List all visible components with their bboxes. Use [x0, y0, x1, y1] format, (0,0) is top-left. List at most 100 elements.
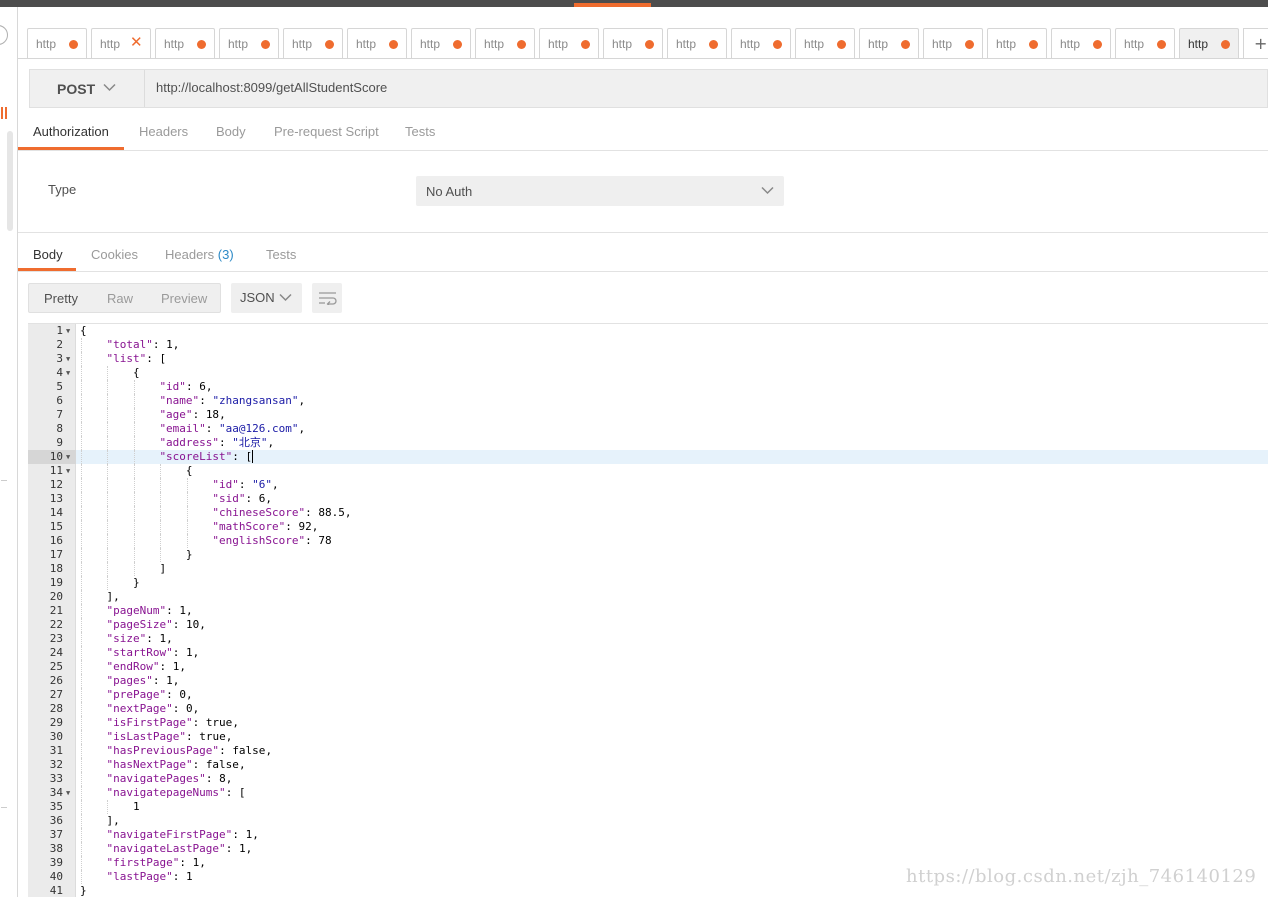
chevron-down-icon	[279, 293, 292, 302]
code-text: 1	[133, 800, 140, 814]
pretty-button[interactable]: Pretty	[44, 291, 78, 306]
format-select[interactable]: JSON	[231, 283, 302, 313]
json-punctuation: :	[172, 618, 186, 631]
response-body-editor[interactable]: 1 ▼{2 "total": 1, 3 ▼ "list": [4 ▼{5 "id": 6, 6 "…	[28, 324, 1268, 897]
request-tab[interactable]: http	[219, 28, 279, 59]
method-select[interactable]: POST	[30, 70, 145, 107]
request-tab[interactable]: http	[283, 28, 343, 59]
tab-body[interactable]: Body	[216, 124, 246, 139]
headers-count-badge: (3)	[217, 247, 234, 262]
request-tab[interactable]: http	[155, 28, 215, 59]
json-key: "pages"	[106, 674, 153, 687]
preview-button[interactable]: Preview	[161, 291, 207, 306]
json-punctuation: :	[185, 730, 200, 743]
code-line: 18]	[28, 562, 1268, 576]
new-tab-button[interactable]: +	[1243, 28, 1268, 59]
request-tab[interactable]: http	[475, 28, 535, 59]
raw-button[interactable]: Raw	[107, 291, 133, 306]
tab-response-headers[interactable]: Headers (3)	[165, 247, 234, 262]
line-number: 14	[49, 506, 63, 519]
tab-headers[interactable]: Headers	[139, 124, 188, 139]
json-punctuation: {	[132, 366, 140, 379]
json-punctuation: :	[238, 478, 253, 491]
request-tab-label: http	[868, 37, 889, 51]
code-text: "id": "6",	[212, 478, 278, 492]
tab-tests[interactable]: Tests	[405, 124, 435, 139]
request-tab[interactable]: http	[731, 28, 791, 59]
auth-type-select[interactable]: No Auth	[416, 176, 784, 206]
request-tab[interactable]: http	[987, 28, 1047, 59]
request-tab[interactable]: http	[1179, 28, 1239, 59]
tab-authorization[interactable]: Authorization	[33, 124, 109, 139]
request-tab[interactable]: http	[795, 28, 855, 59]
json-punctuation: ,	[252, 828, 259, 841]
code-text: "chineseScore": 88.5,	[212, 506, 351, 520]
json-punctuation: ,	[265, 492, 273, 505]
json-punctuation: :	[172, 702, 186, 715]
code-line: 4 ▼ {	[28, 366, 1268, 380]
json-value: 8	[219, 772, 226, 785]
close-icon[interactable]: ✕	[130, 33, 143, 51]
json-punctuation: ,	[344, 506, 352, 519]
tab-pre-request-script[interactable]: Pre-request Script	[274, 124, 379, 139]
code-text: }	[80, 884, 87, 897]
json-key: "mathScore"	[212, 520, 286, 533]
json-punctuation: :	[205, 772, 220, 785]
unsaved-dot-icon	[901, 40, 910, 49]
line-number: 31	[49, 744, 63, 757]
code-line: 28 "nextPage": 0,	[28, 702, 1268, 716]
sidebar-circle-icon[interactable]	[0, 25, 8, 45]
wrap-lines-button[interactable]	[312, 283, 342, 313]
code-line: 13 "sid": 6,	[28, 492, 1268, 506]
code-line: 24 "startRow": 1,	[28, 646, 1268, 660]
json-key: "hasPreviousPage"	[106, 744, 220, 757]
code-line: 14 "chineseScore": 88.5,	[28, 506, 1268, 520]
code-line: 5 "id": 6,	[28, 380, 1268, 394]
code-text: "name": "zhangsansan",	[159, 394, 305, 408]
request-tab[interactable]: http	[347, 28, 407, 59]
json-string: "6"	[252, 478, 273, 491]
sidebar-scrollbar[interactable]	[7, 131, 13, 231]
line-number: 33	[49, 772, 63, 785]
request-tab[interactable]: http ✕	[91, 28, 151, 59]
code-line: 7 "age": 18,	[28, 408, 1268, 422]
request-tab[interactable]: http	[1115, 28, 1175, 59]
fold-toggle-icon[interactable]: ▼	[66, 324, 70, 338]
request-tab[interactable]: http	[1051, 28, 1111, 59]
request-tab[interactable]: http	[27, 28, 87, 59]
json-punctuation: ,	[172, 674, 180, 687]
code-text: "pages": 1,	[106, 674, 179, 688]
tab-response-body[interactable]: Body	[33, 247, 63, 262]
line-number: 36	[49, 814, 63, 827]
fold-toggle-icon[interactable]: ▼	[66, 464, 70, 478]
request-tab-strip: + http http ✕ http http http http http http http h…	[27, 28, 1268, 59]
request-tab[interactable]: http	[923, 28, 983, 59]
line-number: 40	[49, 870, 63, 883]
request-tab[interactable]: http	[411, 28, 471, 59]
json-key: "list"	[106, 352, 147, 365]
tab-response-tests[interactable]: Tests	[266, 247, 296, 262]
line-number: 7	[56, 408, 63, 421]
url-input[interactable]: http://localhost:8099/getAllStudentScore	[156, 80, 387, 95]
code-line: 22 "pageSize": 10,	[28, 618, 1268, 632]
json-key: "pageSize"	[106, 618, 173, 631]
json-punctuation: ,	[267, 436, 275, 449]
request-tab[interactable]: http	[859, 28, 919, 59]
json-punctuation: :	[219, 436, 233, 449]
request-tab[interactable]: http	[667, 28, 727, 59]
json-punctuation: :	[205, 422, 220, 435]
request-tab[interactable]: http	[603, 28, 663, 59]
request-tab[interactable]: http	[539, 28, 599, 59]
collapsed-sidebar[interactable]	[0, 7, 18, 897]
fold-toggle-icon[interactable]: ▼	[66, 352, 70, 366]
json-value: 0	[185, 702, 193, 715]
fold-toggle-icon[interactable]: ▼	[66, 450, 70, 464]
tab-cookies[interactable]: Cookies	[91, 247, 138, 262]
line-number: 25	[49, 660, 63, 673]
json-key: "size"	[106, 632, 147, 645]
fold-toggle-icon[interactable]: ▼	[66, 786, 70, 800]
line-number: 19	[49, 576, 63, 589]
json-value: 1	[166, 674, 173, 687]
request-tab-label: http	[996, 37, 1017, 51]
fold-toggle-icon[interactable]: ▼	[66, 366, 70, 380]
